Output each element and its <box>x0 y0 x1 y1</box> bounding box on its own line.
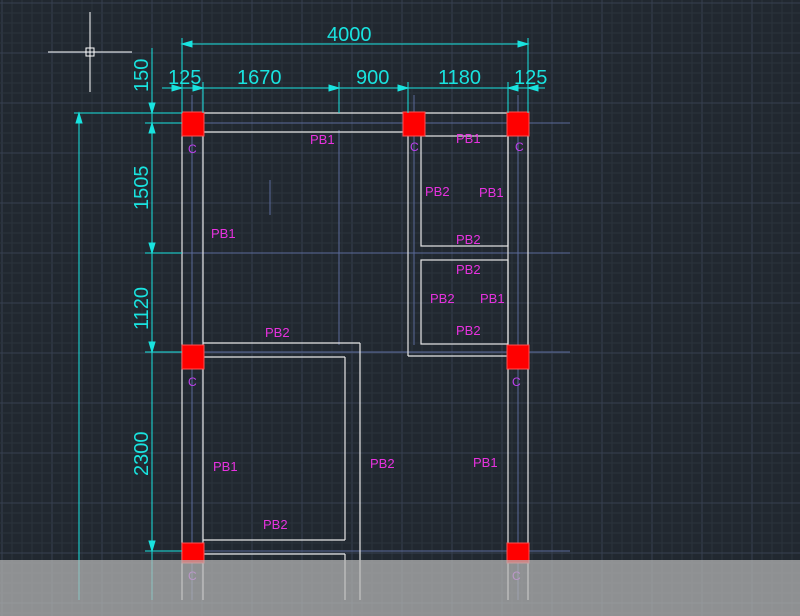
beam-label-pb1: PB1 <box>211 226 236 241</box>
dim-overall-width: 4000 <box>327 24 372 46</box>
beam-label-pb2: PB2 <box>456 323 481 338</box>
column <box>506 111 530 137</box>
beam-label-pb2: PB2 <box>456 232 481 247</box>
beam-label-pb2: PB2 <box>263 517 288 532</box>
beam-label-pb1: PB1 <box>213 459 238 474</box>
beam-label-pb1: PB1 <box>456 131 481 146</box>
dim-height: 1120 <box>131 287 153 330</box>
dim-span: 1670 <box>237 67 282 89</box>
column-label: C <box>410 140 419 154</box>
column-label: C <box>188 375 197 389</box>
status-bar <box>0 560 800 616</box>
column-label: C <box>512 375 521 389</box>
crosshair-cursor-icon <box>48 12 132 92</box>
beam-label-pb2: PB2 <box>456 262 481 277</box>
column <box>181 344 205 370</box>
beam-label-pb2: PB2 <box>265 325 290 340</box>
column-labels: C C C C C C C <box>188 140 524 583</box>
column <box>181 111 205 137</box>
beam-label-pb1: PB1 <box>473 455 498 470</box>
beam-label-pb2: PB2 <box>425 184 450 199</box>
beam-label-pb2: PB2 <box>430 291 455 306</box>
beam-label-pb1: PB1 <box>479 185 504 200</box>
dim-height: 1505 <box>131 166 153 211</box>
column <box>506 344 530 370</box>
beam-label-pb1: PB1 <box>480 291 505 306</box>
cad-viewport[interactable]: C C C C C C C PB1 PB1 PB2 PB1 PB1 PB2 PB… <box>0 0 800 616</box>
grid <box>0 0 800 616</box>
column-label: C <box>515 140 524 154</box>
beam-labels: PB1 PB1 PB2 PB1 PB1 PB2 PB2 PB2 PB1 PB2 … <box>211 131 505 532</box>
beam-outlines <box>181 112 529 600</box>
beam-label-pb2: PB2 <box>370 456 395 471</box>
floor-plan-drawing[interactable]: C C C C C C C PB1 PB1 PB2 PB1 PB1 PB2 PB… <box>0 0 800 616</box>
dim-height: 150 <box>131 59 153 92</box>
beam-label-pb1: PB1 <box>310 132 335 147</box>
dim-span: 900 <box>356 67 389 89</box>
column-label: C <box>188 142 197 156</box>
dim-span: 125 <box>168 67 201 89</box>
dim-height: 2300 <box>131 432 153 477</box>
column <box>402 111 426 137</box>
dim-span: 125 <box>514 67 547 89</box>
dim-span: 1180 <box>438 67 481 89</box>
